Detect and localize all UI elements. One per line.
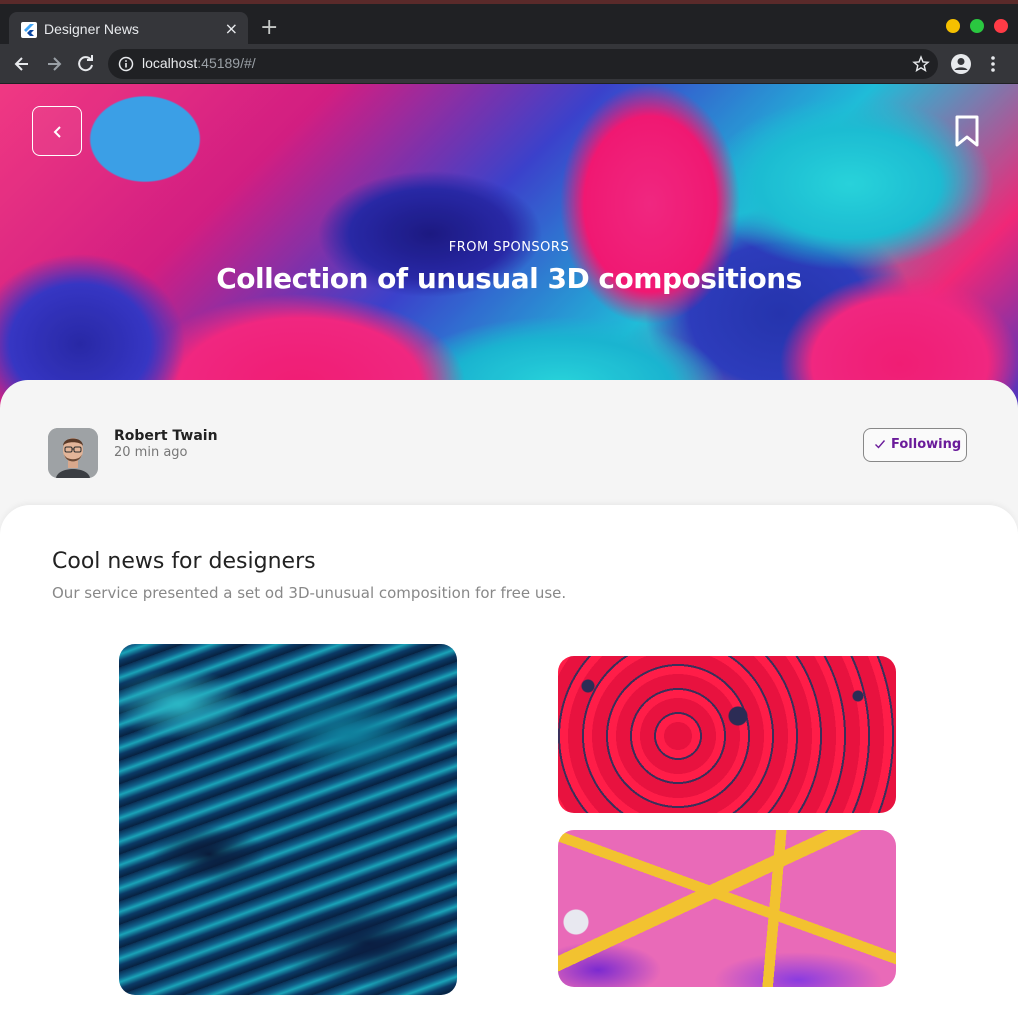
following-button[interactable]: Following	[863, 428, 967, 462]
hero-image: FROM SPONSORS Collection of unusual 3D c…	[0, 84, 1018, 414]
gallery-image-blue[interactable]	[119, 644, 457, 995]
url-text: localhost:45189/#/	[142, 55, 256, 71]
url-path: :45189/#/	[197, 55, 256, 71]
reload-icon[interactable]	[76, 54, 96, 74]
avatar	[48, 428, 98, 478]
site-info-icon[interactable]	[118, 56, 134, 72]
content-title: Cool news for designers	[52, 549, 316, 574]
app-page: FROM SPONSORS Collection of unusual 3D c…	[0, 84, 1018, 1036]
bookmark-icon	[955, 115, 979, 147]
minimize-window-button[interactable]	[946, 19, 960, 33]
forward-arrow-icon[interactable]	[44, 54, 64, 74]
back-button[interactable]	[32, 106, 82, 156]
gallery-image-red[interactable]	[558, 656, 896, 813]
browser-menu-icon[interactable]	[986, 54, 1000, 74]
address-bar[interactable]: localhost:45189/#/	[108, 49, 938, 79]
content-description: Our service presented a set od 3D-unusua…	[52, 584, 567, 602]
browser-tab[interactable]: Designer News ×	[9, 12, 248, 48]
chevron-left-icon	[53, 126, 61, 138]
check-icon	[875, 440, 886, 449]
url-host: localhost	[142, 55, 198, 71]
bookmark-star-icon[interactable]	[912, 55, 930, 73]
tab-title: Designer News	[44, 21, 139, 37]
content-card: Cool news for designers Our service pres…	[0, 505, 1018, 1036]
profile-icon[interactable]	[950, 53, 972, 75]
bookmark-button[interactable]	[952, 114, 982, 148]
tab-strip: Designer News × +	[0, 4, 1018, 48]
close-window-button[interactable]	[994, 19, 1008, 33]
back-arrow-icon[interactable]	[12, 54, 32, 74]
gallery-image-pink[interactable]	[558, 830, 896, 987]
tab-close-icon[interactable]: ×	[225, 19, 238, 39]
hero-kicker: FROM SPONSORS	[448, 240, 570, 255]
maximize-window-button[interactable]	[970, 19, 984, 33]
following-label: Following	[891, 437, 962, 452]
browser-toolbar: localhost:45189/#/	[0, 44, 1018, 84]
author-name[interactable]: Robert Twain	[114, 428, 218, 444]
new-tab-button[interactable]: +	[260, 17, 278, 39]
hero-title: Collection of unusual 3D compositions	[216, 262, 802, 295]
flutter-favicon-icon	[21, 22, 37, 38]
post-time: 20 min ago	[114, 445, 188, 460]
